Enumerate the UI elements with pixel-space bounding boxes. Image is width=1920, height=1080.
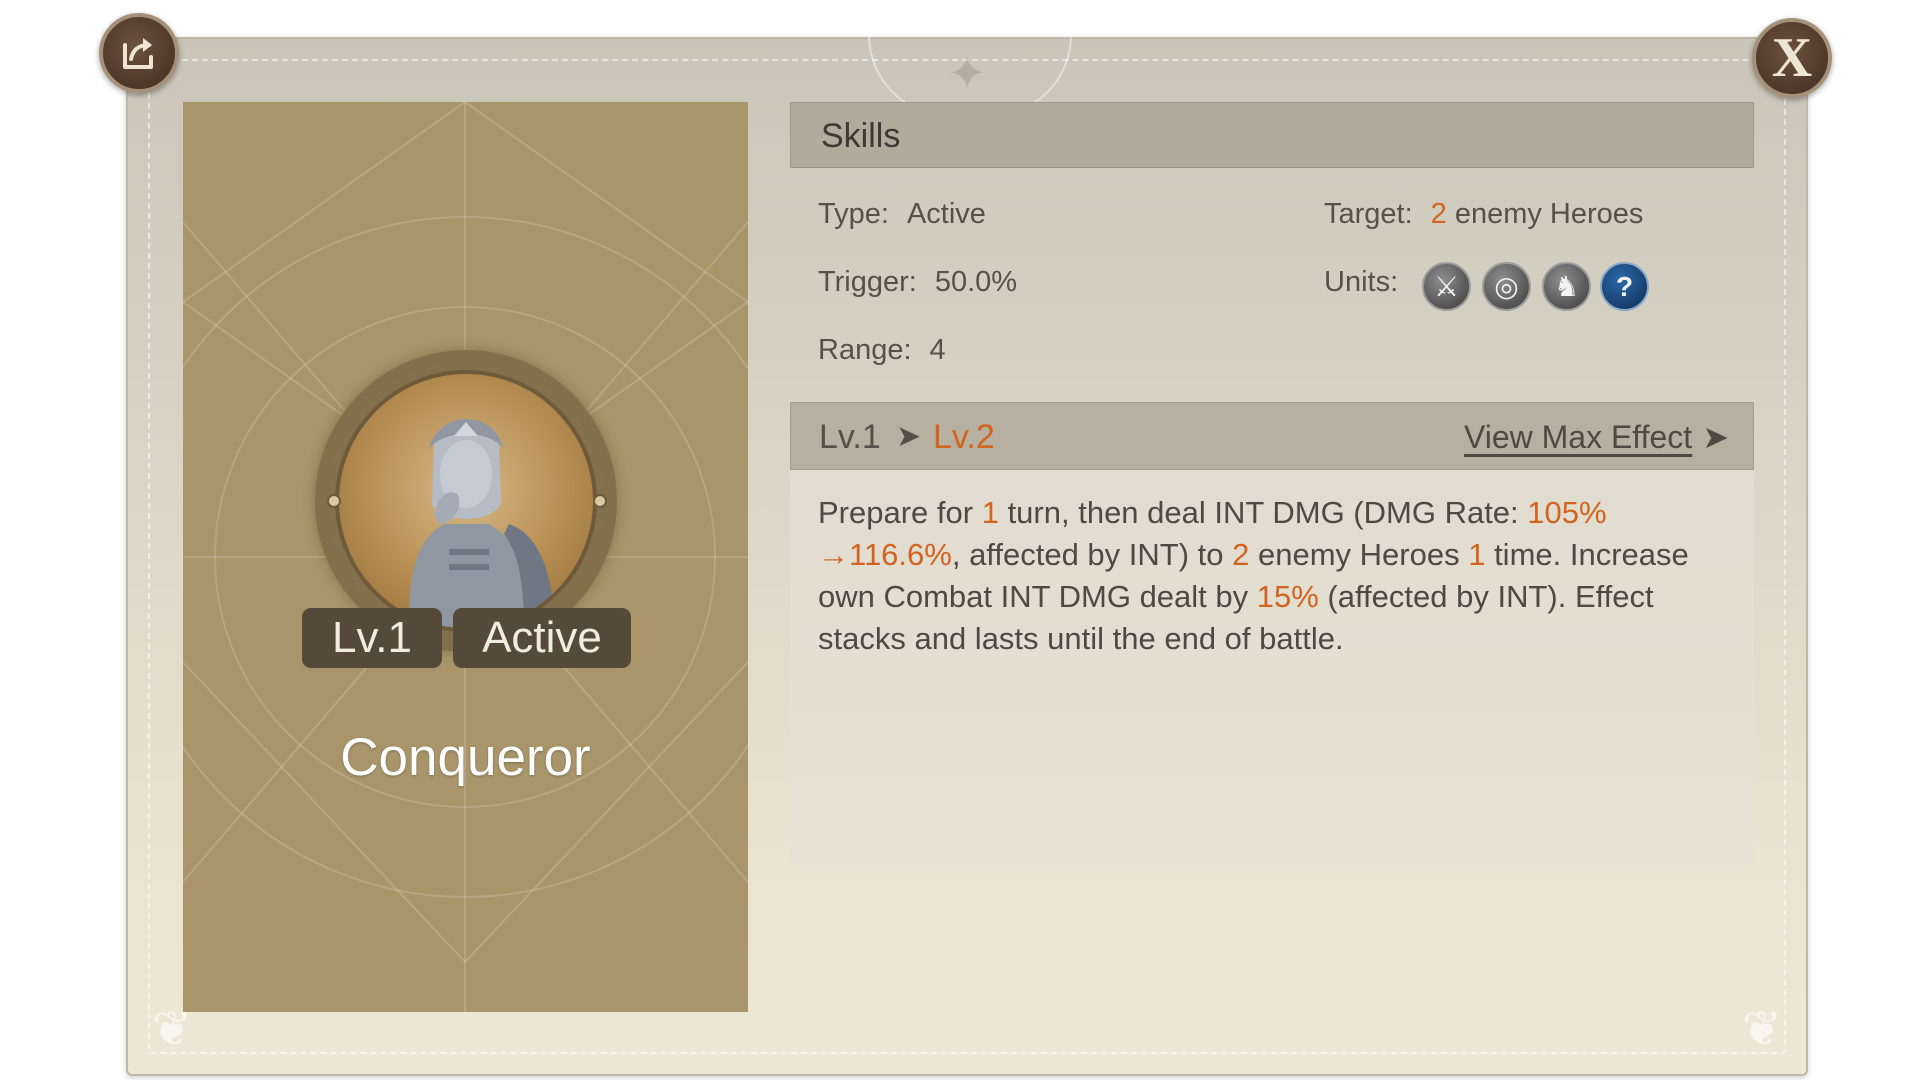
target-icon[interactable]: ◎ bbox=[1482, 262, 1531, 311]
close-button[interactable]: X bbox=[1752, 18, 1832, 98]
units-label: Units: bbox=[1324, 266, 1399, 298]
range-row: Range: 4 bbox=[818, 334, 946, 367]
range-value: 4 bbox=[929, 334, 946, 366]
effect-text-part: Prepare for bbox=[818, 495, 982, 530]
portrait-dot bbox=[593, 494, 607, 508]
type-badge: Active bbox=[453, 608, 631, 668]
effect-rate-to: →116.6% bbox=[818, 537, 952, 572]
effect-rate-from: 105% bbox=[1527, 495, 1607, 530]
effect-description: Prepare for 1 turn, then deal INT DMG (D… bbox=[818, 492, 1738, 660]
range-label: Range: bbox=[818, 334, 912, 366]
view-max-effect-label: View Max Effect bbox=[1463, 419, 1693, 455]
level-to: Lv.2 bbox=[933, 418, 995, 456]
close-icon: X bbox=[1771, 27, 1813, 89]
trigger-row: Trigger: 50.0% bbox=[818, 266, 1017, 299]
effect-text-part: turn, then deal INT DMG (DMG Rate: bbox=[998, 495, 1528, 530]
effect-turns: 1 bbox=[981, 495, 999, 530]
skill-card: Lv.1 Active Conqueror bbox=[183, 102, 748, 1012]
trigger-label: Trigger: bbox=[818, 266, 917, 298]
share-icon bbox=[123, 38, 153, 69]
share-button[interactable] bbox=[99, 13, 179, 93]
compass-ornament-icon: ✦ bbox=[947, 47, 987, 99]
effect-text-part: enemy Heroes bbox=[1249, 537, 1469, 572]
skills-header: Skills bbox=[790, 102, 1754, 168]
skills-header-title: Skills bbox=[821, 117, 901, 155]
units-row: Units: bbox=[1324, 266, 1416, 299]
type-row: Type: Active bbox=[818, 198, 986, 231]
level-arrow-icon: ➤ bbox=[896, 420, 922, 453]
level-bar: Lv.1 ➤ Lv.2 View Max Effect ➤ bbox=[790, 402, 1754, 470]
hero-statue-icon bbox=[409, 419, 554, 628]
portrait-frame bbox=[335, 370, 597, 632]
effect-bonus: 15% bbox=[1256, 579, 1319, 614]
question-icon[interactable]: ? bbox=[1600, 262, 1649, 311]
type-label: Type: bbox=[818, 198, 889, 230]
type-value: Active bbox=[906, 198, 986, 230]
view-max-effect-link[interactable]: View Max Effect ➤ bbox=[1464, 403, 1729, 471]
level-from: Lv.1 bbox=[819, 418, 881, 456]
trigger-value: 50.0% bbox=[934, 266, 1018, 298]
target-count: 2 bbox=[1430, 198, 1447, 230]
portrait-dot bbox=[327, 494, 341, 508]
target-row: Target: 2 enemy Heroes bbox=[1324, 198, 1643, 231]
sword-icon[interactable]: ⚔ bbox=[1422, 262, 1471, 311]
effect-panel: Prepare for 1 turn, then deal INT DMG (D… bbox=[790, 470, 1754, 870]
effect-times: 1 bbox=[1468, 537, 1486, 572]
target-label: Target: bbox=[1324, 198, 1413, 230]
chevron-right-icon: ➤ bbox=[1702, 419, 1729, 455]
target-value: enemy Heroes bbox=[1454, 198, 1644, 230]
skill-portrait bbox=[315, 350, 617, 652]
corner-flourish-icon: ❦ bbox=[1741, 1003, 1783, 1056]
effect-text-part: , affected by INT) to bbox=[951, 537, 1233, 572]
level-badge: Lv.1 bbox=[302, 608, 442, 668]
horse-icon[interactable]: ♞ bbox=[1542, 262, 1591, 311]
skill-name: Conqueror bbox=[340, 728, 591, 787]
effect-targets: 2 bbox=[1232, 537, 1250, 572]
